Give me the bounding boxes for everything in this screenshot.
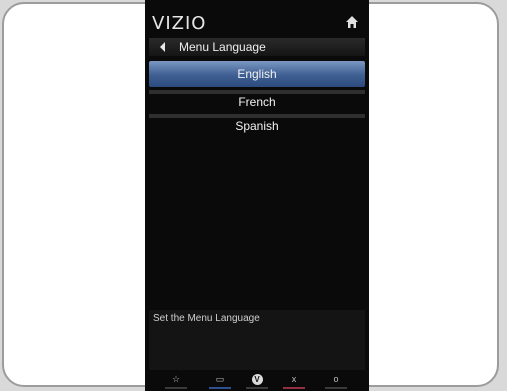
top-bar: VIZIO: [145, 12, 369, 34]
vizio-v-icon: V: [251, 374, 263, 385]
help-text: Set the Menu Language: [153, 313, 260, 324]
close-icon: x: [291, 374, 297, 384]
remote-button-bar: ☆ ▭ V x o: [145, 370, 369, 391]
home-icon[interactable]: [345, 15, 359, 29]
circle-underline: [325, 387, 347, 389]
input-icon: ▭: [215, 374, 225, 384]
menu-item-english[interactable]: English: [149, 61, 365, 87]
tv-screen: VIZIO Menu Language English French Spani…: [145, 0, 369, 391]
v-underline: [246, 387, 268, 389]
close-underline: [283, 387, 305, 389]
language-menu: English French Spanish: [149, 61, 365, 138]
vizio-logo: VIZIO: [152, 13, 207, 34]
back-arrow-icon[interactable]: [160, 42, 165, 52]
menu-item-spanish[interactable]: Spanish: [149, 114, 365, 135]
star-underline: [165, 387, 187, 389]
close-button[interactable]: x: [279, 373, 309, 389]
menu-title: Menu Language: [179, 40, 266, 54]
input-button[interactable]: ▭: [205, 373, 235, 389]
circle-button[interactable]: o: [321, 373, 351, 389]
star-button[interactable]: ☆: [161, 373, 191, 389]
vizio-v-button[interactable]: V: [242, 373, 272, 389]
circle-icon: o: [333, 374, 339, 384]
help-panel: Set the Menu Language: [149, 310, 365, 370]
input-underline: [209, 387, 231, 389]
menu-item-french[interactable]: French: [149, 90, 365, 111]
menu-title-bar: Menu Language: [149, 38, 365, 56]
star-icon: ☆: [171, 374, 181, 384]
